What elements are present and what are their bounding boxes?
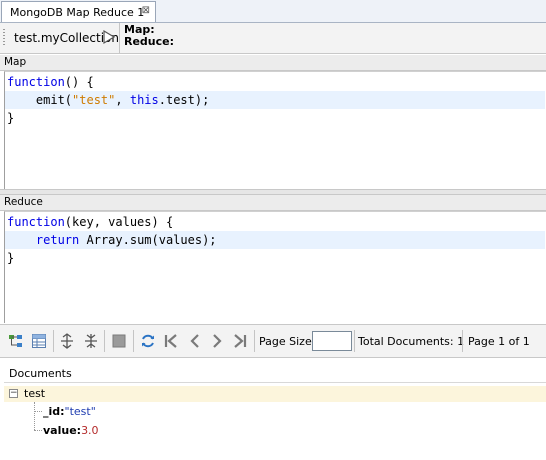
table-view-icon[interactable] (31, 333, 47, 349)
code-line: function() { (7, 75, 94, 89)
toolbar-separator (254, 330, 255, 352)
document-field-row[interactable]: _id:"test" (43, 405, 96, 418)
first-page-icon[interactable] (163, 333, 179, 349)
tree-connector (34, 411, 42, 412)
field-value: 3.0 (81, 424, 99, 437)
reduce-section-label: Reduce (0, 195, 546, 211)
previous-page-icon[interactable] (187, 333, 203, 349)
document-field-row[interactable]: value:3.0 (43, 424, 99, 437)
close-tab-icon[interactable]: ⊠ (142, 5, 150, 16)
last-page-icon[interactable] (232, 333, 248, 349)
toolbar-separator (104, 330, 105, 352)
total-documents-label: Total Documents: 1 (358, 335, 465, 348)
tree-connector (34, 402, 35, 430)
keyword: function (7, 215, 65, 229)
tree-view-icon[interactable] (8, 333, 24, 349)
field-key: _id: (43, 405, 65, 418)
reduce-label-text: Reduce (4, 196, 43, 208)
page-indicator: Page 1 of 1 (468, 335, 530, 348)
toolbar-separator (53, 330, 54, 352)
map-section-label: Map (0, 55, 546, 71)
expand-all-icon[interactable] (59, 333, 75, 349)
toolbar-drag-handle[interactable] (3, 29, 5, 47)
page-size-input[interactable] (312, 331, 352, 351)
reduce-code-editor[interactable]: function(key, values) { return Array.sum… (4, 211, 546, 323)
code-line: function(key, values) { (7, 215, 174, 229)
field-value: "test" (64, 405, 96, 418)
editor-tab-bar: MongoDB Map Reduce 1 ⊠ (0, 0, 546, 23)
keyword: this (129, 93, 159, 107)
map-code-editor[interactable]: function() { emit("test", this.test); } (4, 71, 546, 189)
refresh-icon[interactable] (140, 333, 156, 349)
code-line: } (7, 251, 15, 265)
map-reduce-summary: Map: Reduce: (124, 24, 174, 48)
tab-map-reduce[interactable]: MongoDB Map Reduce 1 ⊠ (1, 1, 156, 22)
toolbar-separator (462, 330, 463, 352)
map-label-text: Map (4, 56, 27, 68)
keyword: function (7, 75, 65, 89)
collapse-all-icon[interactable] (83, 333, 99, 349)
tab-title: MongoDB Map Reduce 1 (10, 6, 145, 19)
documents-header: Documents (4, 362, 546, 383)
tree-row-selected[interactable] (4, 386, 546, 402)
query-toolbar: test.myCollection Map: Reduce: (0, 23, 546, 54)
field-key: value: (43, 424, 82, 437)
code-line: emit("test", this.test); (7, 93, 210, 107)
run-icon[interactable] (101, 29, 117, 45)
keyword: return (35, 233, 80, 247)
page-size-label: Page Size: (259, 335, 316, 348)
documents-header-label: Documents (9, 367, 72, 380)
string-literal: "test" (72, 93, 116, 107)
stop-icon[interactable] (111, 333, 127, 349)
toolbar-separator (133, 330, 134, 352)
toolbar-separator (354, 330, 355, 352)
code-line: return Array.sum(values); (35, 233, 217, 247)
document-root-label[interactable]: test (24, 387, 45, 400)
tree-connector (34, 430, 42, 431)
next-page-icon[interactable] (209, 333, 225, 349)
code-line: } (7, 111, 15, 125)
toolbar-separator (119, 23, 120, 53)
reduce-summary-label: Reduce: (124, 35, 175, 48)
collapse-toggle-icon[interactable]: − (9, 389, 18, 398)
results-toolbar: Page Size: Total Documents: 1 Page 1 of … (0, 324, 546, 358)
